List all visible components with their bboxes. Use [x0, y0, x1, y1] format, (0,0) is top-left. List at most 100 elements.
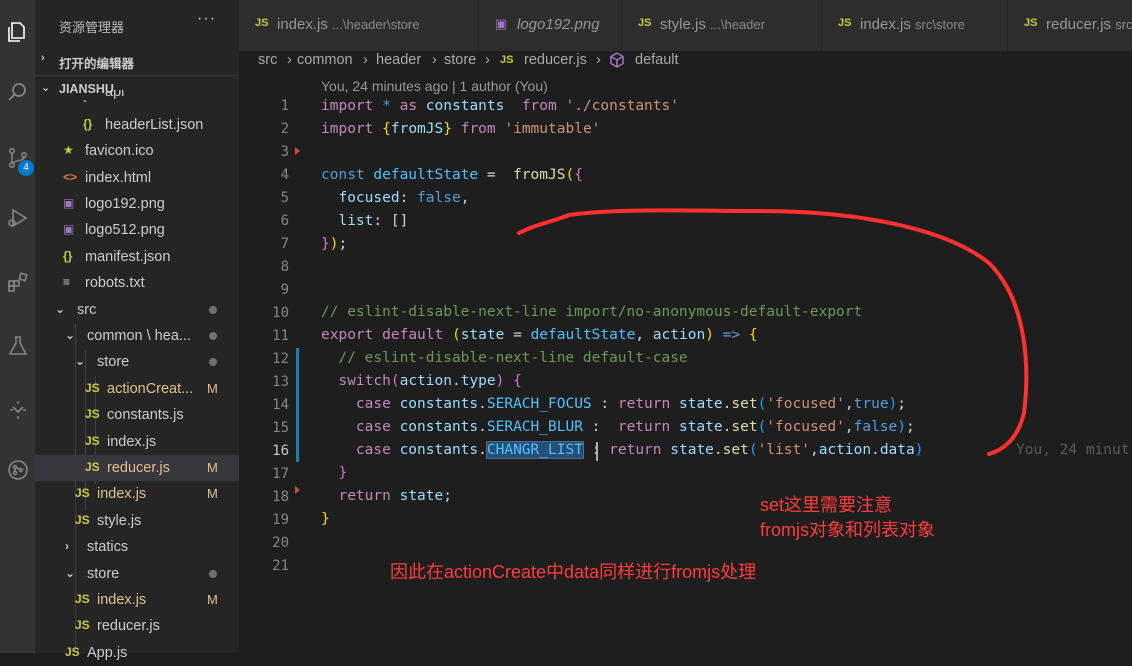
tree-item-label: style.js	[97, 513, 142, 529]
img-file-icon: ▣	[63, 222, 75, 236]
txt-file-icon: ≡	[63, 275, 71, 289]
tree-item[interactable]: ★ favicon.ico	[35, 138, 239, 164]
js-file-icon: JS	[75, 618, 90, 632]
tree-item[interactable]: ▣ logo512.png	[35, 217, 239, 243]
tree-item-label: src	[77, 302, 97, 318]
breadcrumb-item[interactable]: reducer.js	[524, 52, 587, 68]
tree-item-label: index.js	[107, 434, 157, 450]
tree-item-label: store	[97, 354, 130, 370]
tree-item-label: store	[87, 566, 120, 582]
tree-item[interactable]: › api	[35, 90, 239, 102]
js-file-icon: JS	[85, 460, 100, 474]
run-debug-icon[interactable]	[0, 198, 35, 238]
chevron-icon: ⌄	[55, 302, 66, 316]
breadcrumb-item[interactable]: store	[444, 52, 476, 68]
files-icon[interactable]	[0, 12, 35, 52]
breadcrumb-item[interactable]: default	[635, 52, 679, 68]
git-status-badge: M	[207, 592, 218, 607]
code-editor[interactable]: You, 24 minutes ago | 1 author (You) 123…	[239, 73, 1132, 653]
js-file-icon: JS	[85, 407, 100, 421]
extensions-icon[interactable]	[0, 262, 35, 302]
img-file-icon: ▣	[63, 196, 75, 210]
tree-item-label: robots.txt	[85, 275, 145, 291]
tree-item-label: statics	[87, 539, 129, 555]
tab-label: style.js	[660, 16, 706, 33]
tab-path: src\store	[915, 17, 965, 32]
tree-item[interactable]: JS index.js	[35, 429, 239, 455]
git-graph-icon[interactable]	[0, 450, 35, 490]
source-control-badge: 4	[18, 160, 34, 176]
tree-item[interactable]: JS style.js	[35, 508, 239, 534]
open-editors-section[interactable]: › 打开的编辑器	[35, 47, 239, 73]
chevron-right-icon: ›	[363, 52, 368, 68]
tab-path: src	[1115, 17, 1132, 32]
tab-style-js[interactable]: JS style.js ...\header	[622, 0, 822, 51]
tree-item[interactable]: JS App.js	[35, 640, 239, 666]
remote-explorer-icon[interactable]	[0, 390, 35, 430]
js-file-icon: JS	[75, 513, 90, 527]
tree-item[interactable]: JS reducer.js	[35, 613, 239, 639]
chevron-right-icon: ›	[432, 52, 437, 68]
js-file-icon: JS	[85, 381, 100, 395]
symbol-module-icon	[609, 51, 625, 73]
tab-index-js-src-store[interactable]: JS index.js src\store	[822, 0, 1008, 51]
search-icon[interactable]	[0, 72, 35, 112]
breadcrumb-item[interactable]: common	[297, 52, 353, 68]
tree-item[interactable]: ▣ logo192.png	[35, 191, 239, 217]
breadcrumb-item[interactable]: src	[258, 52, 277, 68]
tree-item-label: logo192.png	[85, 196, 165, 212]
tab-index-js-header-store[interactable]: JS index.js ...\header\store	[239, 0, 479, 51]
json-file-icon: {}	[63, 249, 73, 263]
js-file-icon: JS	[838, 17, 852, 29]
tree-item-label: index.js	[97, 592, 147, 608]
source-control-icon[interactable]: 4	[0, 138, 35, 178]
tree-item[interactable]: JS index.js M	[35, 587, 239, 613]
tree-item-label: index.js	[97, 486, 147, 502]
tab-label: index.js	[860, 16, 911, 33]
chevron-icon: ›	[83, 95, 87, 102]
tree-item[interactable]: ⌄ common \ hea...	[35, 323, 239, 349]
annotation-note-1-line-1: set这里需要注意	[760, 495, 893, 515]
js-file-icon: JS	[638, 17, 652, 29]
chevron-right-icon: ›	[596, 52, 601, 68]
tree-item[interactable]: ⌄ src	[35, 297, 239, 323]
tab-path: ...\header\store	[332, 17, 420, 32]
tree-item[interactable]: {} manifest.json	[35, 244, 239, 270]
tree-item[interactable]: ≡ robots.txt	[35, 270, 239, 296]
tree-item-label: manifest.json	[85, 249, 171, 265]
changes-dot-icon	[209, 332, 217, 340]
tree-item[interactable]: JS index.js M	[35, 481, 239, 507]
testing-icon[interactable]	[0, 326, 35, 366]
tree-item[interactable]: JS actionCreat... M	[35, 376, 239, 402]
tree-item-label: index.html	[85, 170, 152, 186]
open-editors-label: 打开的编辑器	[59, 57, 135, 71]
tab-logo192[interactable]: ▣ logo192.png	[479, 0, 622, 51]
tree-item-label: actionCreat...	[107, 381, 194, 397]
breadcrumb: src › common › header › store › JS reduc…	[239, 51, 1132, 73]
changes-dot-icon	[209, 358, 217, 366]
git-status-badge: M	[207, 460, 218, 475]
more-actions-icon[interactable]: ···	[197, 10, 216, 28]
tree-item[interactable]: <> index.html	[35, 165, 239, 191]
git-status-badge: M	[207, 486, 218, 501]
breadcrumb-item[interactable]: header	[376, 52, 421, 68]
tree-item[interactable]: ⌄ store	[35, 349, 239, 375]
tab-reducer-js[interactable]: JS reducer.js src	[1008, 0, 1132, 51]
tree-item[interactable]: › statics	[35, 534, 239, 560]
js-file-icon: JS	[255, 17, 269, 29]
tree-item-label: common \ hea...	[87, 328, 191, 344]
tab-label: logo192.png	[517, 16, 600, 33]
tree-item[interactable]: ⌄ store	[35, 561, 239, 587]
chevron-right-icon: ›	[287, 52, 292, 68]
tree-item[interactable]: JS reducer.js M	[35, 455, 239, 481]
chevron-icon: ›	[65, 539, 69, 553]
js-file-icon: JS	[1024, 17, 1038, 29]
image-file-icon: ▣	[495, 16, 508, 31]
tree-item-label: App.js	[87, 645, 128, 661]
tree-item-label: reducer.js	[97, 618, 160, 634]
tree-item[interactable]: JS constants.js	[35, 402, 239, 428]
js-file-icon: JS	[500, 54, 514, 66]
html-file-icon: <>	[63, 170, 78, 184]
annotation-note-2: 因此在actionCreate中data同样进行fromjs处理	[390, 562, 757, 582]
tree-item[interactable]: {} headerList.json	[35, 112, 239, 138]
